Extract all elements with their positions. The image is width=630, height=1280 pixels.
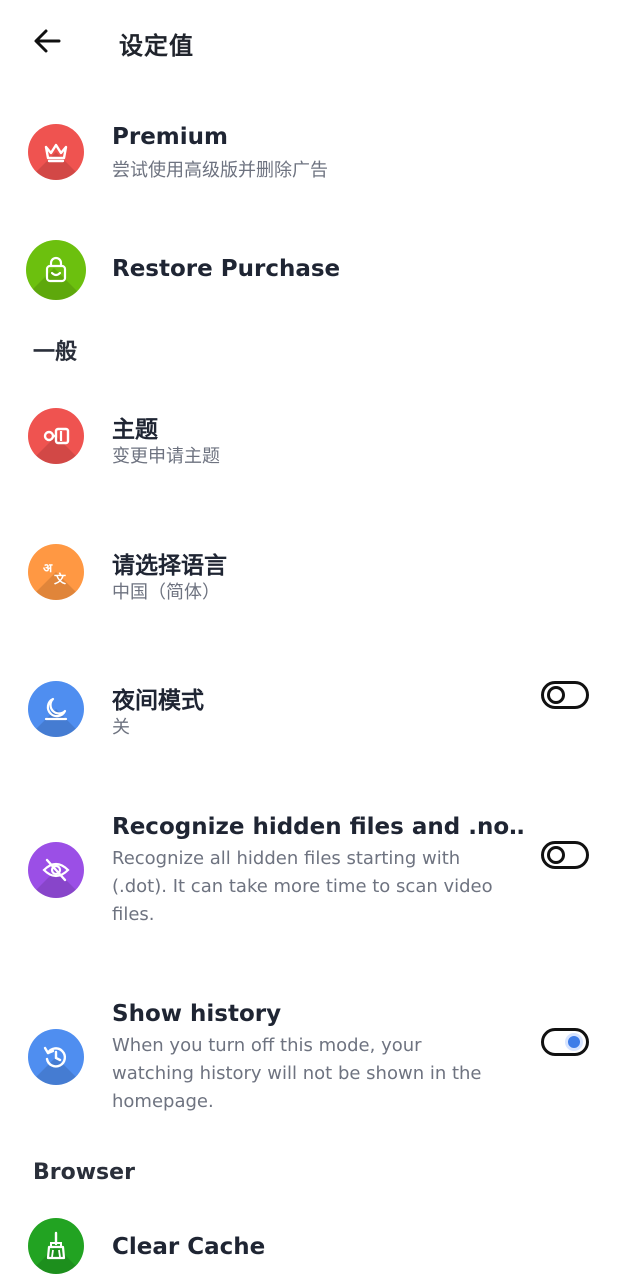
show-history-toggle[interactable] [541, 1028, 589, 1056]
history-icon [28, 1029, 84, 1085]
broom-icon [28, 1218, 84, 1274]
section-header-browser: Browser [33, 1160, 135, 1185]
settings-item-premium[interactable]: Premium 尝试使用高级版并删除广告 [0, 110, 630, 200]
moon-icon [28, 681, 84, 737]
language-title: 请选择语言 [112, 553, 227, 579]
translate-icon: अ 文 [28, 544, 84, 600]
svg-text:अ: अ [43, 561, 53, 575]
arrow-left-icon [34, 29, 61, 53]
app-header: 设定值 [0, 0, 630, 84]
premium-title: Premium [112, 124, 228, 150]
show-history-subtitle-line-2: watching history will not be shown in th… [112, 1063, 482, 1084]
night-mode-subtitle: 关 [112, 717, 130, 738]
settings-item-theme[interactable]: 主题 变更申请主题 [0, 396, 630, 486]
restore-title: Restore Purchase [112, 256, 341, 282]
settings-item-show-history[interactable]: Show history When you turn off this mode… [0, 987, 630, 1127]
show-history-title: Show history [112, 1001, 282, 1027]
hidden-files-toggle[interactable] [541, 841, 589, 869]
settings-item-hidden-files[interactable]: Recognize hidden files and .no‥ Recogniz… [0, 800, 630, 940]
premium-subtitle: 尝试使用高级版并删除广告 [112, 160, 328, 181]
back-button[interactable] [28, 22, 66, 60]
clear-cache-title: Clear Cache [112, 1234, 266, 1260]
toggle-knob [565, 1033, 583, 1051]
settings-item-restore-purchase[interactable]: Restore Purchase [0, 232, 630, 312]
svg-text:文: 文 [54, 571, 67, 586]
night-mode-toggle[interactable] [541, 681, 589, 709]
hidden-files-subtitle-line-1: Recognize all hidden files starting with [112, 848, 461, 869]
settings-item-clear-cache[interactable]: Clear Cache [0, 1210, 630, 1280]
language-subtitle: 中国（简体） [112, 582, 220, 603]
theme-title: 主题 [112, 417, 158, 443]
settings-item-language[interactable]: अ 文 请选择语言 中国（简体） [0, 532, 630, 622]
toggle-knob [547, 846, 565, 864]
hidden-files-subtitle-line-3: files. [112, 904, 155, 925]
theme-subtitle: 变更申请主题 [112, 446, 220, 467]
shopping-bag-icon [26, 240, 86, 300]
show-history-subtitle-line-3: homepage. [112, 1091, 214, 1112]
key-tag-icon [28, 408, 84, 464]
page-title: 设定值 [119, 32, 194, 60]
toggle-knob [547, 686, 565, 704]
crown-icon [28, 124, 84, 180]
hidden-files-subtitle-line-2: (.dot). It can take more time to scan vi… [112, 876, 493, 897]
show-history-subtitle-line-1: When you turn off this mode, your [112, 1035, 422, 1056]
hidden-files-title: Recognize hidden files and .no‥ [112, 814, 525, 840]
settings-item-night-mode[interactable]: 夜间模式 关 [0, 667, 630, 757]
eye-off-icon [28, 842, 84, 898]
night-mode-title: 夜间模式 [112, 688, 204, 714]
section-header-general: 一般 [33, 340, 78, 365]
